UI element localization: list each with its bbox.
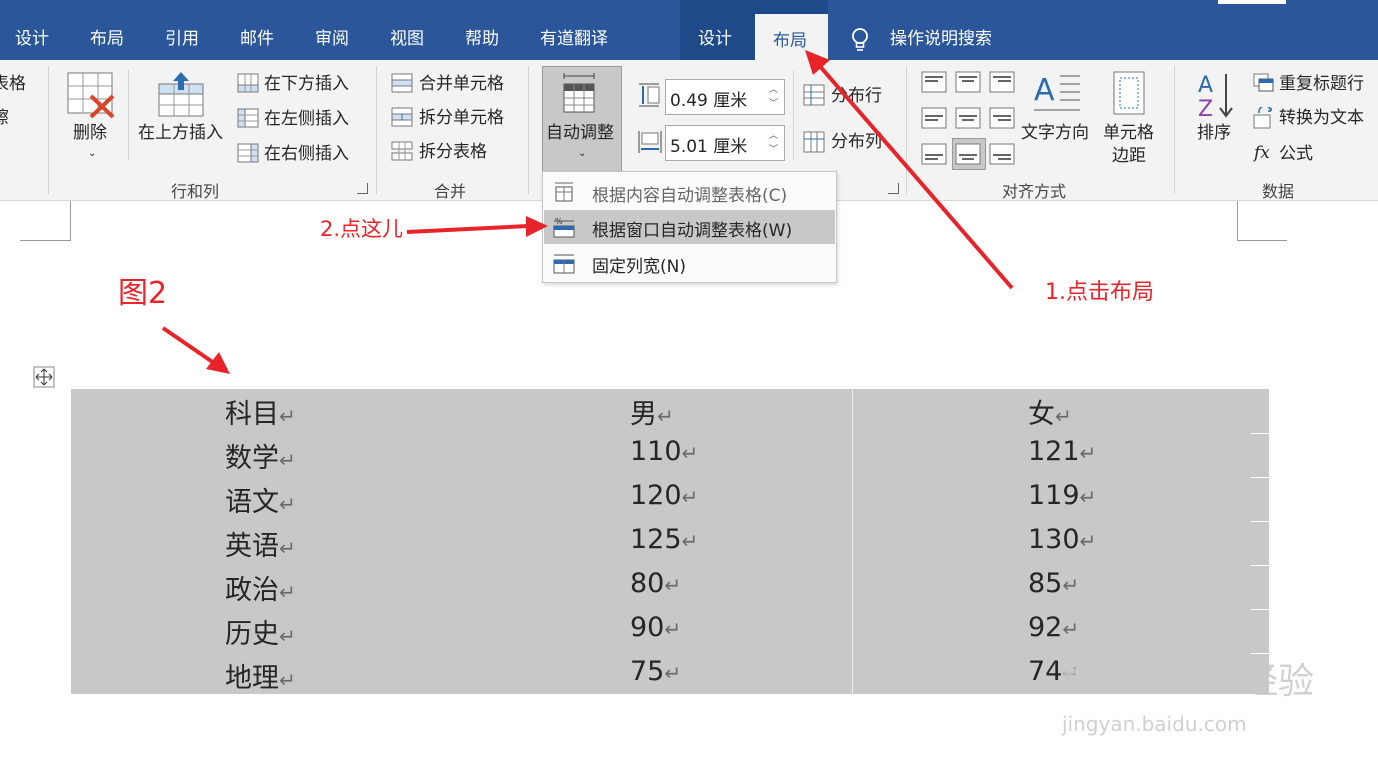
watermark-url: jingyan.baidu.com bbox=[1062, 712, 1247, 736]
paw-logo-icon bbox=[1187, 641, 1233, 692]
annotation-step1: 1.点击布局 bbox=[1045, 280, 1154, 305]
baidu-jingyan-watermark: Baidu 经验 jingyan.baidu.com bbox=[1060, 640, 1314, 750]
annotation-figure-label: 图2 bbox=[118, 276, 168, 311]
watermark-suffix: 经验 bbox=[1242, 661, 1315, 702]
annotation-step2: 2.点这儿 bbox=[320, 217, 404, 241]
